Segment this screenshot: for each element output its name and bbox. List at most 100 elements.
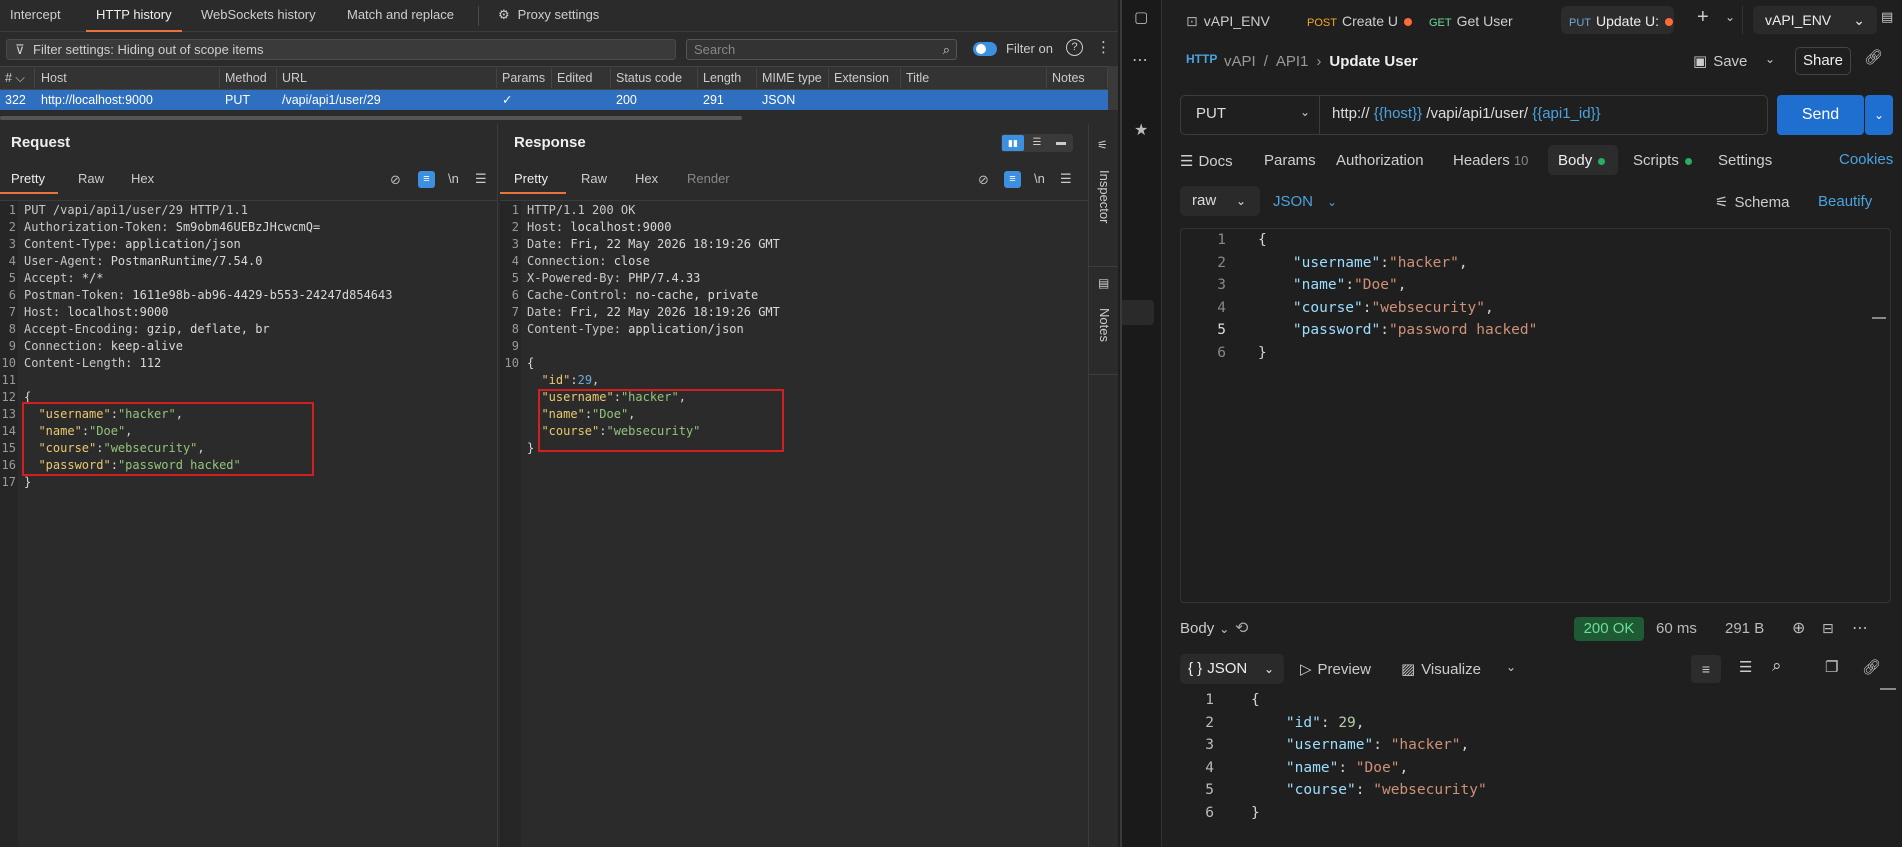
eye-off-icon[interactable]: ⊘ (978, 172, 989, 188)
newline-toggle[interactable]: \n (448, 171, 459, 186)
sliders-icon[interactable]: ⚟ (1097, 138, 1108, 152)
request-body-code[interactable]: { "username":"hacker", "name":"Doe", "co… (1258, 229, 1537, 364)
filter-settings-bar[interactable]: ⊽ Filter settings: Hiding out of scope i… (6, 39, 676, 60)
body-language-selector[interactable]: JSON ⌄ (1273, 193, 1337, 210)
schema-button[interactable]: ⚟ Schema (1715, 193, 1789, 211)
method-selector[interactable]: PUT (1196, 105, 1226, 122)
tab-get-user[interactable]: GET Get User (1429, 8, 1513, 34)
copy-icon[interactable]: ❐ (1825, 658, 1838, 676)
tab-update-user[interactable]: PUT Update U: (1569, 8, 1674, 34)
tab-intercept[interactable]: Intercept (10, 0, 61, 32)
link-icon[interactable]: 🔗︎ (1862, 658, 1881, 676)
request-tab-hex[interactable]: Hex (131, 168, 154, 194)
save-button[interactable]: ▣ Save (1693, 52, 1747, 70)
response-tab-raw[interactable]: Raw (581, 168, 607, 194)
tab-http-history[interactable]: HTTP history (86, 0, 182, 32)
col-notes[interactable]: Notes (1047, 68, 1108, 88)
response-time[interactable]: 60 ms (1656, 620, 1697, 637)
link-icon[interactable]: 🔗︎ (1864, 48, 1883, 66)
chevron-down-icon[interactable]: ⌄ (1725, 10, 1735, 24)
tab-create-user[interactable]: POST Create U (1307, 8, 1412, 34)
beautify-button[interactable]: Beautify (1818, 193, 1872, 210)
preview-button[interactable]: ▷ Preview (1300, 660, 1371, 678)
layout-stack-icon[interactable]: ☰ (1026, 135, 1048, 151)
filter-toggle[interactable] (973, 42, 997, 56)
star-icon[interactable]: ★ (1134, 120, 1148, 140)
col-number[interactable]: # ⌵ (0, 68, 35, 88)
chevron-down-icon[interactable]: ⌄ (1506, 660, 1516, 674)
send-button[interactable]: Send (1777, 95, 1864, 135)
wrap-lines-icon[interactable]: ≡ (1004, 171, 1021, 188)
folder-icon[interactable]: ▢ (1134, 8, 1148, 26)
col-edited[interactable]: Edited (552, 68, 611, 88)
layout-single-icon[interactable]: ▬ (1050, 135, 1072, 151)
save-response-icon[interactable]: ⊟ (1822, 620, 1834, 637)
response-body-code[interactable]: { "id": 29, "username": "hacker", "name"… (1251, 689, 1487, 824)
tab-environment[interactable]: ⊡ vAPI_ENV (1186, 8, 1270, 34)
wrap-lines-icon[interactable]: ≡ (1691, 655, 1721, 683)
sidebar-toggle-icon[interactable]: ▤ (1881, 9, 1901, 29)
history-icon[interactable]: ⟲ (1235, 618, 1248, 638)
tab-inspector[interactable]: Inspector (1097, 170, 1112, 223)
col-title[interactable]: Title (901, 68, 1047, 88)
layout-switcher[interactable]: ▮▮ ☰ ▬ (1001, 134, 1073, 152)
breadcrumb-collection[interactable]: vAPI (1224, 53, 1256, 70)
response-format-selector[interactable]: { } JSON ⌄ (1180, 654, 1284, 684)
col-status-code[interactable]: Status code (611, 68, 698, 88)
tab-authorization[interactable]: Authorization (1336, 152, 1424, 169)
status-badge[interactable]: 200 OK (1574, 617, 1644, 641)
tab-proxy-settings[interactable]: ⚙ Proxy settings (498, 0, 599, 32)
tab-headers[interactable]: Headers 10 (1453, 152, 1528, 169)
help-icon[interactable]: ? (1066, 39, 1083, 56)
eye-off-icon[interactable]: ⊘ (390, 172, 401, 188)
tab-settings[interactable]: Settings (1718, 152, 1772, 169)
tab-notes[interactable]: Notes (1097, 308, 1112, 342)
breadcrumb-folder[interactable]: API1 (1276, 53, 1309, 70)
save-options-chevron[interactable]: ⌄ (1765, 52, 1775, 66)
layout-split-icon[interactable]: ▮▮ (1002, 135, 1024, 151)
newline-toggle[interactable]: \n (1034, 171, 1045, 186)
globe-icon[interactable]: ⊕ (1792, 618, 1805, 638)
col-extension[interactable]: Extension (829, 68, 901, 88)
col-url[interactable]: URL (277, 68, 497, 88)
tab-scripts[interactable]: Scripts (1633, 152, 1692, 169)
col-host[interactable]: Host (36, 68, 220, 88)
tab-body[interactable]: Body (1558, 152, 1606, 169)
table-scrollbar[interactable] (1108, 66, 1118, 110)
menu-icon[interactable]: ☰ (1060, 171, 1072, 187)
filter-icon[interactable]: ☰ (1739, 658, 1752, 676)
wrap-lines-icon[interactable]: ≡ (418, 171, 435, 188)
menu-icon[interactable]: ☰ (475, 171, 487, 187)
chevron-down-icon[interactable]: ⌄ (1300, 105, 1310, 119)
request-title[interactable]: Update User (1329, 53, 1417, 70)
tab-params[interactable]: Params (1264, 152, 1316, 169)
search-input[interactable]: Search ⌕ (686, 39, 957, 60)
more-horizontal-icon[interactable]: ⋯ (1132, 50, 1148, 70)
response-tab-pretty[interactable]: Pretty (500, 168, 566, 194)
cookies-link[interactable]: Cookies (1839, 151, 1893, 168)
response-size[interactable]: 291 B (1725, 620, 1764, 637)
send-options-chevron[interactable]: ⌄ (1865, 95, 1893, 135)
response-body-selector[interactable]: Body ⌄ (1180, 620, 1229, 637)
response-tab-render[interactable]: Render (687, 168, 730, 194)
col-length[interactable]: Length (698, 68, 757, 88)
visualize-button[interactable]: ▨ Visualize (1401, 660, 1481, 678)
rail-selected-item[interactable] (1122, 300, 1154, 325)
body-mode-selector[interactable]: raw ⌄ (1180, 186, 1260, 216)
search-icon[interactable]: ⌕ (1772, 656, 1782, 676)
tab-match-replace[interactable]: Match and replace (347, 0, 454, 32)
col-params[interactable]: Params (497, 68, 552, 88)
tab-websockets-history[interactable]: WebSockets history (201, 0, 316, 32)
col-method[interactable]: Method (220, 68, 277, 88)
more-horizontal-icon[interactable]: ⋯ (1852, 618, 1868, 638)
share-button[interactable]: Share (1795, 47, 1851, 75)
response-tab-hex[interactable]: Hex (635, 168, 658, 194)
horizontal-scrollbar[interactable] (0, 116, 742, 120)
environment-selector[interactable]: vAPI_ENV ⌄ (1753, 6, 1877, 34)
new-tab-icon[interactable]: + (1697, 6, 1709, 29)
tab-docs[interactable]: ☰ Docs (1180, 152, 1233, 170)
table-row[interactable] (0, 90, 1108, 110)
url-input[interactable]: http:// {{host}} /vapi/api1/user/ {{api1… (1332, 105, 1601, 122)
more-vertical-icon[interactable]: ⋮ (1096, 38, 1111, 56)
request-tab-raw[interactable]: Raw (78, 168, 104, 194)
